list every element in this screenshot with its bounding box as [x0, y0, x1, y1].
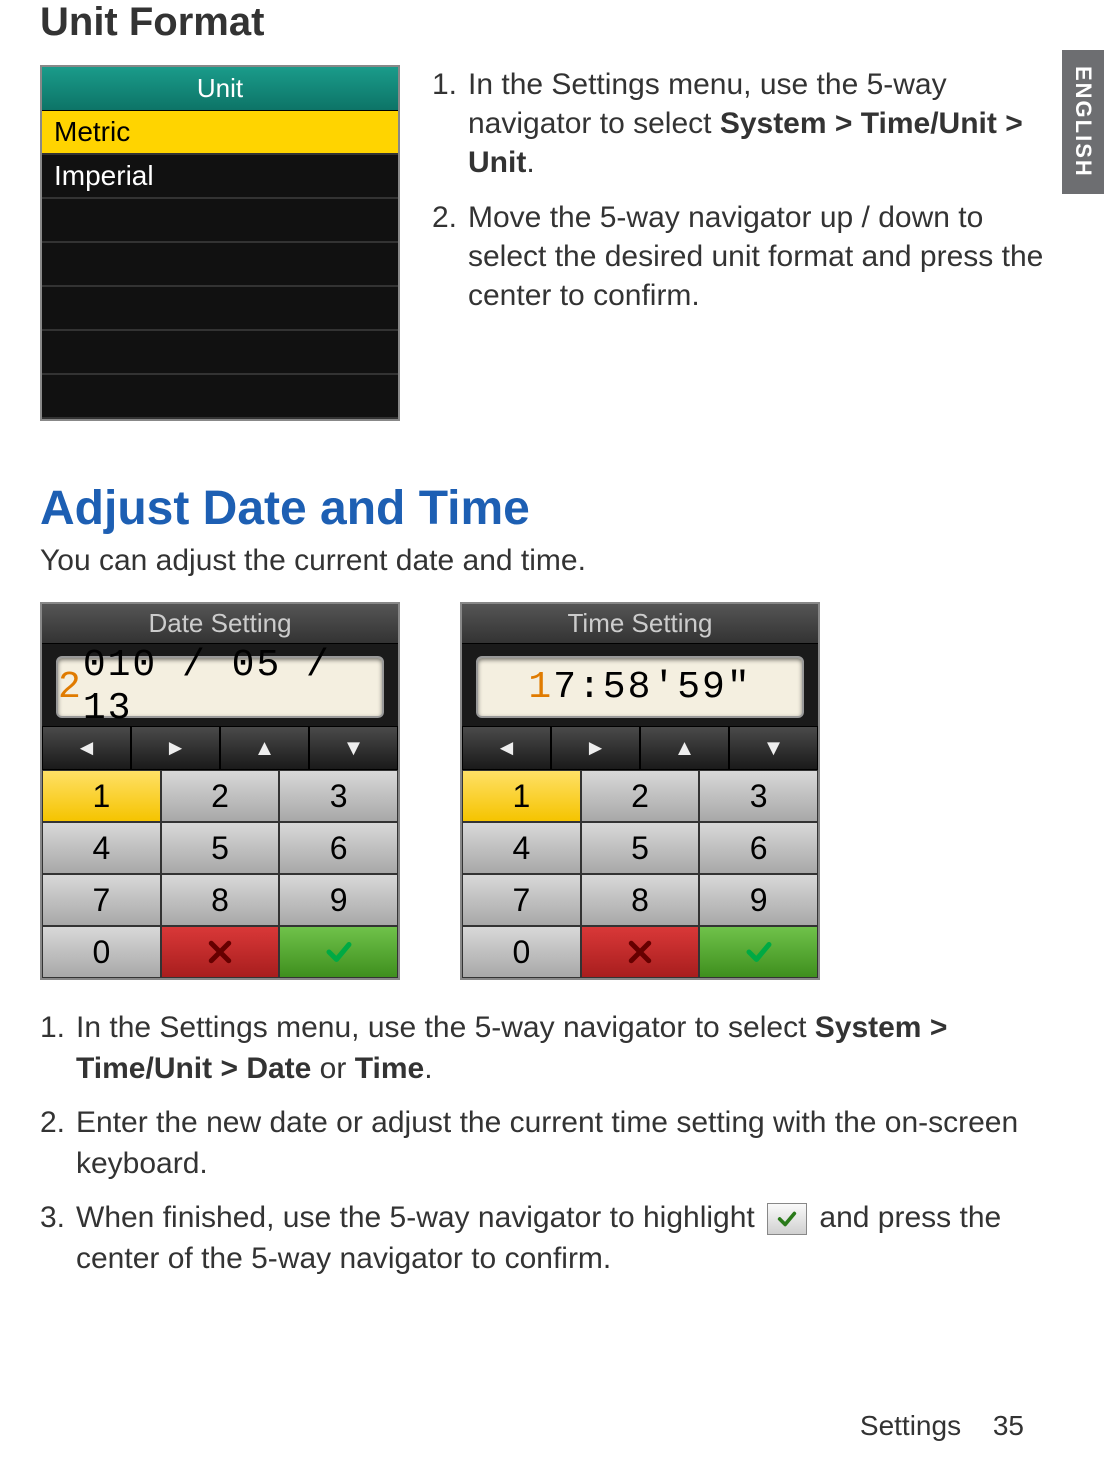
unit-empty-row [42, 331, 398, 375]
arrow-key[interactable]: ► [131, 726, 220, 770]
date-input-field[interactable]: 2010 / 05 / 13 [56, 656, 384, 718]
cancel-button[interactable] [581, 926, 700, 978]
keypad-5[interactable]: 5 [161, 822, 280, 874]
keypad-1[interactable]: 1 [42, 770, 161, 822]
keypad-2[interactable]: 2 [581, 770, 700, 822]
footer-page-number: 35 [993, 1410, 1024, 1441]
unit-option-metric[interactable]: Metric [42, 111, 398, 155]
keypad-7[interactable]: 7 [462, 874, 581, 926]
footer-section: Settings [860, 1410, 961, 1441]
unit-option-imperial[interactable]: Imperial [42, 155, 398, 199]
arrow-key[interactable]: ▼ [729, 726, 818, 770]
unit-screen-title: Unit [42, 67, 398, 111]
confirm-icon [324, 937, 354, 967]
adjust-instructions: 1.In the Settings menu, use the 5-way na… [40, 1008, 1044, 1279]
keypad-8[interactable]: 8 [161, 874, 280, 926]
arrow-key[interactable]: ► [551, 726, 640, 770]
keypad-9[interactable]: 9 [699, 874, 818, 926]
keypad-8[interactable]: 8 [581, 874, 700, 926]
arrow-key[interactable]: ▼ [309, 726, 398, 770]
arrow-key[interactable]: ▲ [640, 726, 729, 770]
confirm-button[interactable] [279, 926, 398, 978]
inline-confirm-icon [767, 1203, 807, 1235]
date-screen-title: Date Setting [42, 604, 398, 644]
keypad-9[interactable]: 9 [279, 874, 398, 926]
keypad-0[interactable]: 0 [42, 926, 161, 978]
keypad-7[interactable]: 7 [42, 874, 161, 926]
unit-empty-row [42, 199, 398, 243]
keypad-2[interactable]: 2 [161, 770, 280, 822]
unit-empty-row [42, 375, 398, 419]
keypad-4[interactable]: 4 [42, 822, 161, 874]
keypad-0[interactable]: 0 [462, 926, 581, 978]
unit-format-heading: Unit Format [40, 0, 1044, 45]
instruction-step: 1.In the Settings menu, use the 5-way na… [40, 1008, 1044, 1089]
adjust-subtitle: You can adjust the current date and time… [40, 544, 1044, 578]
instruction-step: 3.When finished, use the 5-way navigator… [40, 1198, 1044, 1279]
keypad-6[interactable]: 6 [699, 822, 818, 874]
time-input-field[interactable]: 17:58'59" [476, 656, 804, 718]
keypad-4[interactable]: 4 [462, 822, 581, 874]
confirm-button[interactable] [699, 926, 818, 978]
arrow-key[interactable]: ◄ [462, 726, 551, 770]
unit-device-screen: Unit MetricImperial [40, 65, 400, 421]
cancel-icon [625, 937, 655, 967]
keypad-3[interactable]: 3 [699, 770, 818, 822]
keypad-3[interactable]: 3 [279, 770, 398, 822]
keypad-5[interactable]: 5 [581, 822, 700, 874]
time-screen-title: Time Setting [462, 604, 818, 644]
instruction-step: 2.Enter the new date or adjust the curre… [40, 1103, 1044, 1184]
arrow-key[interactable]: ▲ [220, 726, 309, 770]
keypad-6[interactable]: 6 [279, 822, 398, 874]
time-setting-screen: Time Setting 17:58'59" ◄►▲▼ 123 456 789 0 [460, 602, 820, 980]
unit-empty-row [42, 287, 398, 331]
instruction-step: 1.In the Settings menu, use the 5-way na… [432, 65, 1044, 182]
language-tab: ENGLISH [1062, 50, 1104, 194]
confirm-icon [744, 937, 774, 967]
adjust-date-time-heading: Adjust Date and Time [40, 481, 1044, 536]
instruction-step: 2.Move the 5-way navigator up / down to … [432, 198, 1044, 315]
date-setting-screen: Date Setting 2010 / 05 / 13 ◄►▲▼ 123 456 7… [40, 602, 400, 980]
unit-empty-row [42, 243, 398, 287]
confirm-icon [776, 1208, 798, 1230]
cancel-icon [205, 937, 235, 967]
unit-format-instructions: 1.In the Settings menu, use the 5-way na… [432, 65, 1044, 331]
arrow-key[interactable]: ◄ [42, 726, 131, 770]
keypad-1[interactable]: 1 [462, 770, 581, 822]
page-footer: Settings 35 [860, 1410, 1024, 1442]
cancel-button[interactable] [161, 926, 280, 978]
